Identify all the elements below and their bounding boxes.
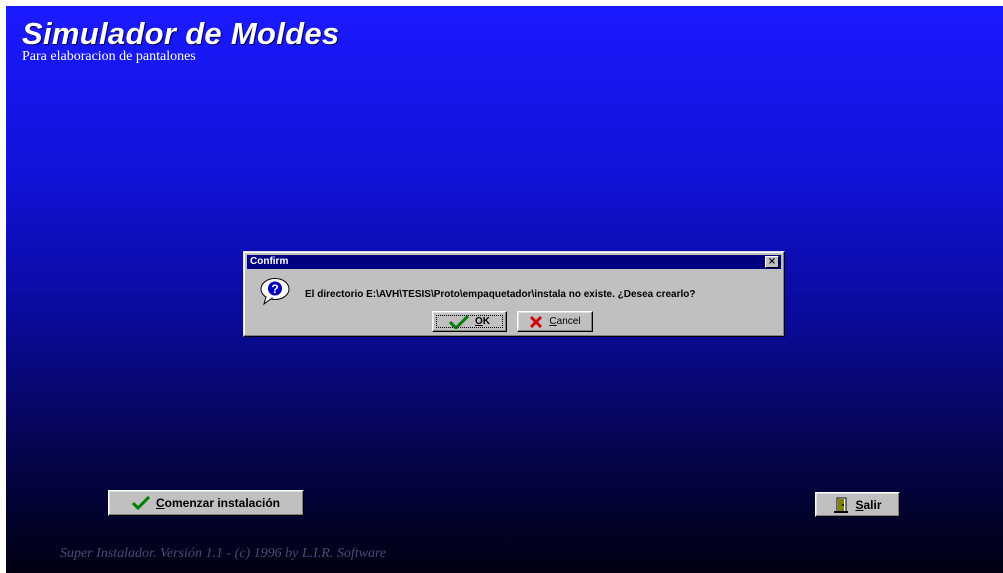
salir-label: alir bbox=[863, 497, 882, 512]
svg-text:?: ? bbox=[271, 282, 278, 296]
cancel-hotkey: C bbox=[549, 316, 557, 327]
version-footer: Super Instalador. Versión 1.1 - (c) 1996… bbox=[60, 546, 387, 561]
cancel-button[interactable]: Cancel bbox=[517, 311, 593, 332]
app-title: Simulador de Moldes bbox=[22, 16, 340, 51]
comenzar-label: omenzar instalación bbox=[164, 496, 281, 510]
dialog-titlebar[interactable]: Confirm × bbox=[247, 255, 781, 269]
start-install-button[interactable]: Comenzar instalación bbox=[108, 490, 304, 516]
dialog-title: Confirm bbox=[250, 256, 289, 267]
x-cross-icon bbox=[530, 315, 543, 328]
checkmark-icon bbox=[131, 496, 150, 510]
door-exit-icon bbox=[834, 497, 849, 513]
confirm-dialog: Confirm × ? El directorio E:\AVH\TESIS\P… bbox=[243, 251, 785, 337]
comenzar-hotkey: C bbox=[155, 496, 165, 510]
salir-hotkey: S bbox=[855, 497, 864, 512]
ok-button[interactable]: OK bbox=[432, 311, 507, 332]
question-icon: ? bbox=[260, 278, 290, 306]
dialog-message: El directorio E:\AVH\TESIS\Proto\empaque… bbox=[305, 289, 696, 300]
checkmark-icon bbox=[448, 314, 469, 329]
ok-hotkey: O bbox=[474, 316, 483, 327]
exit-button[interactable]: Salir bbox=[815, 492, 900, 517]
installer-background: Simulador de Moldes Para elaboracion de … bbox=[6, 6, 1003, 573]
app-subtitle: Para elaboracion de pantalones bbox=[22, 49, 196, 64]
ok-label: K bbox=[482, 316, 490, 327]
close-icon[interactable]: × bbox=[765, 256, 779, 268]
cancel-label: ancel bbox=[556, 316, 581, 327]
